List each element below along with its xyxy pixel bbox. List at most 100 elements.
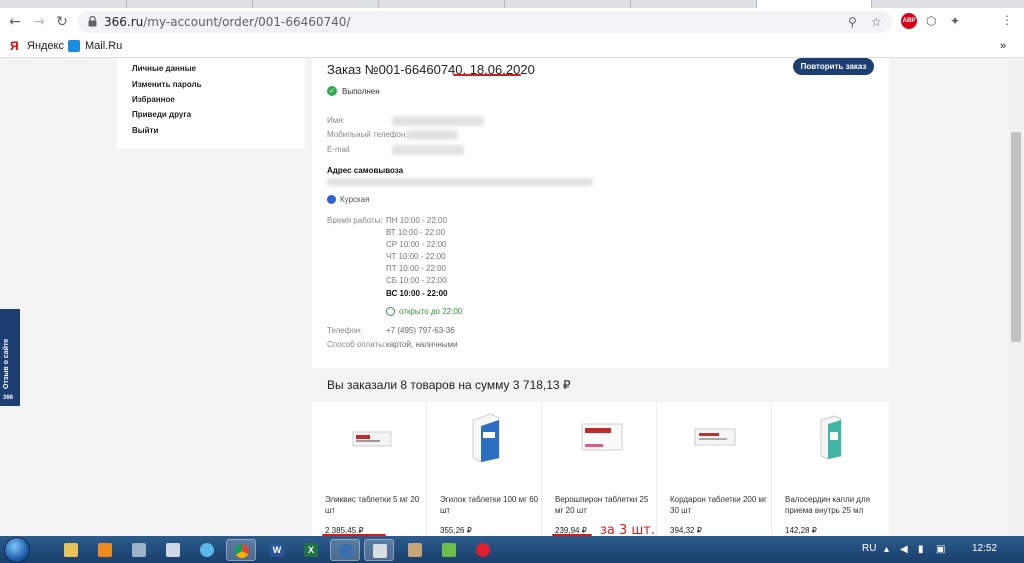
scrollbar-thumb[interactable]: [1011, 132, 1021, 342]
browser-tab[interactable]: [505, 0, 631, 8]
repeat-order-button[interactable]: Повторить заказ: [793, 58, 874, 75]
forward-icon[interactable]: →: [30, 13, 48, 31]
word-icon: W: [270, 543, 284, 557]
metro-station: Курская: [327, 195, 369, 204]
store-phone[interactable]: +7 (495) 797-63-36: [386, 326, 455, 335]
browser-tab[interactable]: [0, 0, 127, 8]
taskbar-opera[interactable]: [468, 539, 498, 561]
browser-tab-active[interactable]: [757, 0, 872, 8]
product-image: [820, 415, 842, 460]
redacted-phone: [406, 130, 458, 140]
start-button[interactable]: [4, 537, 30, 563]
notification-icon[interactable]: ▣: [936, 544, 945, 555]
product-card[interactable]: Эликвис таблетки 5 мг 20 шт 2 385,45 ₽: [312, 402, 427, 536]
browser-toolbar: ← → ↻ 366.ru/my-account/order/001-664607…: [0, 8, 1024, 36]
taskbar-paint[interactable]: [158, 539, 188, 561]
taskbar-chrome[interactable]: [226, 539, 256, 561]
browser-tab[interactable]: [253, 0, 379, 8]
sidebar-item-personal-data[interactable]: Личные данные: [132, 64, 196, 73]
star-icon[interactable]: ☆: [871, 15, 882, 29]
taskbar-app[interactable]: [364, 539, 394, 561]
feedback-tab[interactable]: Отзыв о сайте 366: [0, 309, 20, 406]
folder-icon: [64, 543, 78, 557]
hours-label: Время работы:: [327, 216, 383, 225]
browser-tab[interactable]: [379, 0, 505, 8]
browser-tab[interactable]: [631, 0, 757, 8]
browser-tab-strip: [0, 0, 1024, 8]
product-list: Эликвис таблетки 5 мг 20 шт 2 385,45 ₽ Э…: [312, 402, 889, 536]
open-now-status: открыто до 22:00: [386, 307, 462, 316]
bookmark-label: Яндекс: [27, 40, 64, 52]
bookmarks-overflow[interactable]: »: [1000, 40, 1006, 52]
chrome-icon: [235, 544, 249, 558]
taskbar-app[interactable]: [434, 539, 464, 561]
email-label: E-mail: [327, 145, 350, 154]
lock-icon: [88, 16, 97, 27]
taskbar-explorer[interactable]: [56, 539, 86, 561]
adblock-icon[interactable]: ABP: [901, 13, 917, 29]
redacted-name: [392, 116, 484, 126]
excel-icon: X: [304, 543, 318, 557]
feedback-tab-label: Отзыв о сайте: [3, 338, 10, 389]
bookmark-mailru[interactable]: Mail.Ru: [68, 40, 122, 52]
phone-number-label: Телефон:: [327, 326, 363, 335]
sidebar-item-favorites[interactable]: Избранное: [132, 95, 175, 104]
url-text: 366.ru/my-account/order/001-66460740/: [104, 15, 350, 29]
product-card[interactable]: Эгилок таблетки 100 мг 60 шт 355,26 ₽: [427, 402, 542, 536]
taskbar-excel[interactable]: X: [296, 539, 326, 561]
show-hidden-icons[interactable]: ▴: [884, 544, 889, 555]
hours-thursday: ЧТ 10:00 - 22:00: [386, 252, 446, 261]
product-image: [694, 428, 736, 446]
pickup-address-label: Адрес самовывоза: [327, 166, 404, 175]
url-host: 366.ru: [104, 15, 144, 29]
order-status: ✓ Выполнен: [327, 86, 380, 96]
feedback-tab-badge: 366: [3, 395, 14, 401]
payment-label: Способ оплаты:: [327, 340, 387, 349]
volume-icon[interactable]: ◀: [900, 544, 908, 555]
product-name: Эликвис таблетки 5 мг 20 шт: [325, 495, 420, 515]
hours-monday: ПН 10:00 - 22:00: [386, 216, 447, 225]
payment-method: картой, наличными: [386, 340, 458, 349]
taskbar-app[interactable]: [400, 539, 430, 561]
taskbar-skype[interactable]: [192, 539, 222, 561]
sidebar-item-change-password[interactable]: Изменить пароль: [132, 80, 202, 89]
green-app-icon: [442, 543, 456, 557]
product-card[interactable]: Валосердин капли для приема внутрь 25 мл…: [772, 402, 887, 536]
globe-icon: [200, 543, 214, 557]
phone-label: Мобильный телефон:: [327, 130, 408, 139]
network-icon[interactable]: ▮: [918, 544, 924, 555]
language-indicator[interactable]: RU: [862, 543, 876, 554]
taskbar-media[interactable]: [90, 539, 120, 561]
sidebar-item-invite-friend[interactable]: Приведи друга: [132, 110, 191, 119]
browser-tab[interactable]: [127, 0, 253, 8]
zoom-icon[interactable]: ⚲: [848, 15, 857, 29]
address-bar[interactable]: 366.ru/my-account/order/001-66460740/ ⚲ …: [78, 11, 892, 33]
taskbar-app[interactable]: [330, 539, 360, 561]
product-card[interactable]: Верошпирон таблетки 25 мг 20 шт 239,94 ₽: [542, 402, 657, 536]
product-image: [581, 423, 623, 451]
bookmark-yandex[interactable]: Я Яндекс: [10, 40, 64, 52]
product-name: Верошпирон таблетки 25 мг 20 шт: [555, 495, 649, 515]
page-scrollbar[interactable]: [1008, 58, 1024, 536]
hours-saturday: СБ 10:00 - 22:00: [386, 276, 447, 285]
calculator-icon: [132, 543, 146, 557]
reload-icon[interactable]: ↻: [53, 13, 71, 31]
account-sidebar: Личные данные Изменить пароль Избранное …: [117, 58, 305, 149]
product-price: 394,32 ₽: [670, 526, 702, 535]
back-icon[interactable]: ←: [6, 13, 24, 31]
yandex-icon: Я: [10, 39, 19, 53]
extension-cube-icon[interactable]: ⬡: [926, 14, 936, 28]
sidebar-item-logout[interactable]: Выйти: [132, 126, 158, 135]
hours-sunday: ВС 10:00 - 22:00: [386, 289, 448, 298]
taskbar-calculator[interactable]: [124, 539, 154, 561]
product-price: 142,28 ₽: [785, 526, 817, 535]
taskbar-word[interactable]: W: [262, 539, 292, 561]
hours-wednesday: СР 10:00 - 22:00: [386, 240, 447, 249]
product-card[interactable]: Кордарон таблетки 200 мг 30 шт 394,32 ₽: [657, 402, 772, 536]
puzzle-icon[interactable]: ✦: [950, 14, 960, 28]
paint-icon: [166, 543, 180, 557]
menu-icon[interactable]: ⋮: [1001, 13, 1013, 27]
metro-name: Курская: [340, 195, 370, 204]
handwritten-note: за 3 шт.: [600, 523, 656, 536]
clock[interactable]: 12:52: [972, 543, 997, 554]
